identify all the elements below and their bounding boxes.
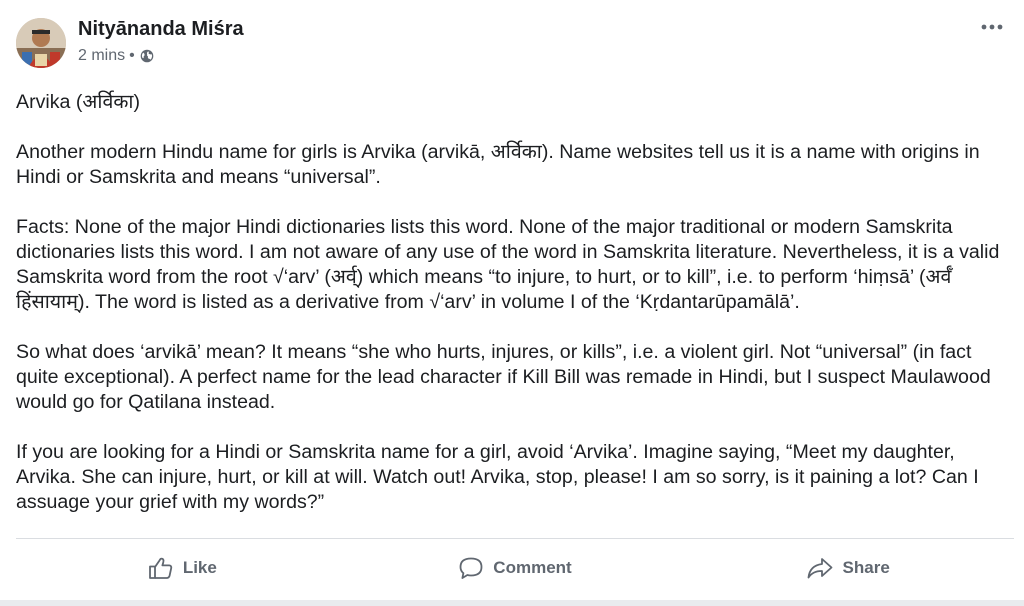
facebook-post: Nityānanda Miśra 2 mins • Arvika (अर्विक…	[0, 0, 1024, 606]
meta-separator: •	[129, 47, 135, 64]
actions-divider	[16, 538, 1014, 539]
post-content: Arvika (अर्विका) Another modern Hindu na…	[16, 90, 1016, 540]
more-horizontal-icon[interactable]	[978, 16, 1006, 38]
post-bottom-edge	[0, 600, 1024, 606]
avatar-image	[16, 18, 66, 68]
like-label: Like	[182, 558, 217, 577]
comment-button[interactable]: Comment	[349, 540, 682, 596]
post-paragraph: So what does ‘arvikā’ mean? It means “sh…	[16, 341, 991, 413]
share-button[interactable]: Share	[681, 540, 1014, 596]
comment-label: Comment	[493, 558, 572, 577]
like-button[interactable]: Like	[16, 540, 349, 596]
globe-icon[interactable]	[140, 49, 154, 63]
share-icon	[807, 558, 832, 579]
post-paragraph: Another modern Hindu name for girls is A…	[16, 141, 980, 188]
avatar[interactable]	[16, 18, 66, 68]
comment-icon	[459, 557, 483, 579]
author-name[interactable]: Nityānanda Miśra	[78, 18, 244, 41]
share-label: Share	[842, 558, 890, 577]
post-title: Arvika (अर्विका)	[16, 91, 140, 113]
thumbs-up-icon	[148, 557, 172, 579]
post-meta: 2 mins •	[78, 47, 154, 65]
post-actions: Like Comment Share	[16, 540, 1014, 596]
post-paragraph: Facts: None of the major Hindi dictionar…	[16, 216, 1000, 313]
post-header: Nityānanda Miśra 2 mins •	[16, 14, 1006, 70]
post-timestamp[interactable]: 2 mins	[78, 47, 125, 65]
post-paragraph: If you are looking for a Hindi or Samskr…	[16, 441, 979, 513]
